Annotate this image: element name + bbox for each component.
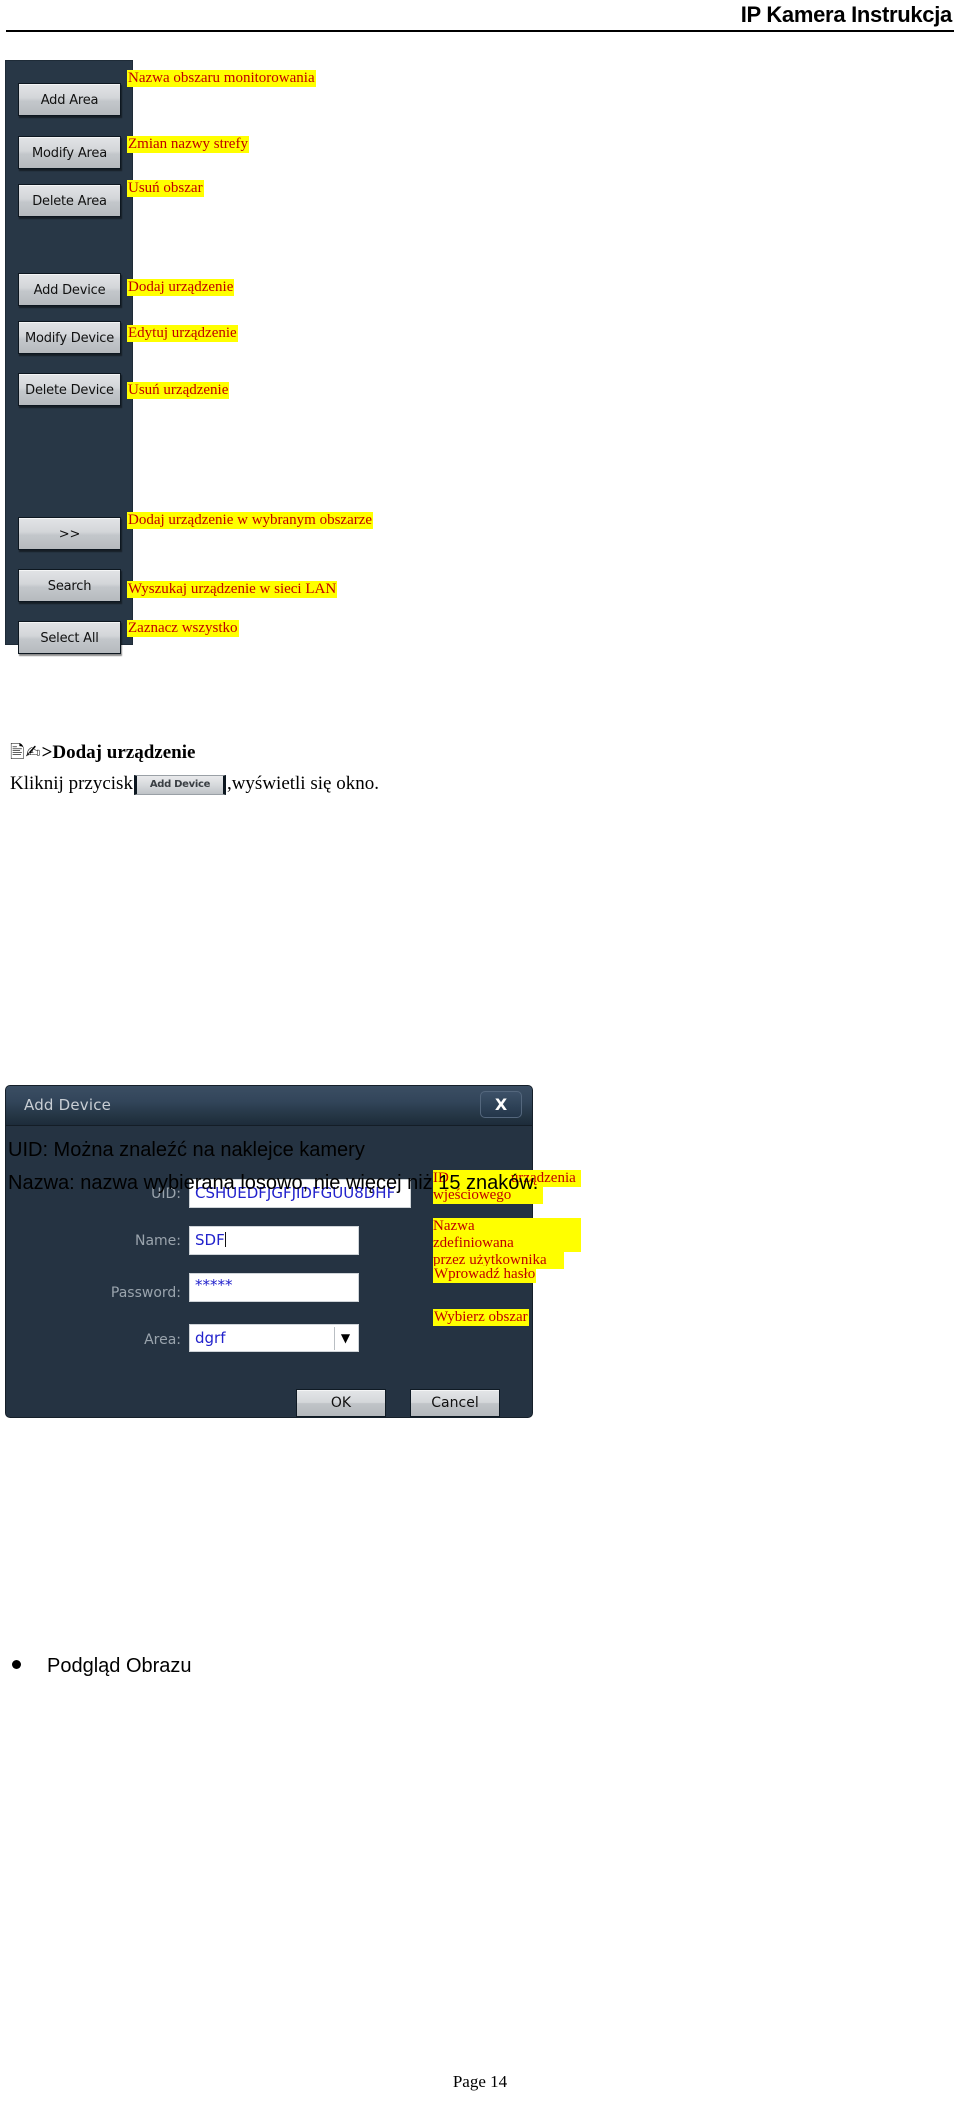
sidebar-button-delete-area[interactable]: Delete Area (18, 184, 121, 217)
instruction-text-after: ,wyświetli się okno. (226, 773, 379, 794)
annotation-modify-area: Zmian nazwy strefy (127, 136, 249, 153)
sidebar-button-move-right[interactable]: >> (18, 517, 121, 550)
close-icon[interactable]: X (480, 1091, 522, 1118)
annotation-search: Wyszukaj urządzenie w sieci LAN (127, 581, 338, 598)
name-input-value: SDF (195, 1231, 225, 1249)
sidebar-button-add-device[interactable]: Add Device (18, 273, 121, 306)
sidebar-button-modify-device[interactable]: Modify Device (18, 321, 121, 354)
annotation-name: Nazwazdefiniowana przez użytkownika (433, 1218, 581, 1269)
document-hand-icon: 🖹✍ (10, 742, 42, 763)
section-heading: 🖹✍>Dodaj urządzenie (10, 740, 195, 770)
area-select[interactable]: dgrf ▼ (189, 1324, 359, 1352)
annotation-add-area: Nazwa obszaru monitorowania (127, 70, 316, 87)
sidebar-button-modify-area[interactable]: Modify Area (18, 136, 121, 169)
sidebar-button-delete-device[interactable]: Delete Device (18, 373, 121, 406)
annotation-add-device: Dodaj urządzenie (127, 279, 235, 296)
sidebar-button-search[interactable]: Search (18, 569, 121, 602)
cancel-button[interactable]: Cancel (410, 1389, 500, 1417)
section-instruction: Kliknij przycisk Add Device ,wyświetli się… (10, 773, 379, 795)
list-item: Podgląd Obrazu (12, 1655, 192, 1678)
uid-note: UID: Można znaleźć na naklejce kamery (8, 1139, 365, 1161)
annotation-delete-area: Usuń obszar (127, 180, 204, 197)
dialog-title: Add Device (24, 1096, 112, 1114)
inline-add-device-button[interactable]: Add Device (133, 774, 226, 795)
sidebar-button-add-area[interactable]: Add Area (18, 83, 121, 116)
header-divider (6, 30, 954, 32)
name-note: Nazwa: nazwa wybierana losowo, nie więce… (8, 1172, 539, 1194)
sidebar-button-select-all[interactable]: Select All (18, 621, 121, 654)
area-select-value: dgrf (195, 1329, 226, 1347)
area-label: Area: (144, 1332, 181, 1348)
annotation-area: Wybierz obszar (433, 1309, 529, 1326)
list-item-label: Podgląd Obrazu (47, 1655, 192, 1677)
password-input[interactable]: ***** (189, 1273, 359, 1302)
name-label: Name: (134, 1233, 181, 1249)
section-heading-text: >Dodaj urządzenie (41, 742, 196, 763)
chevron-down-icon[interactable]: ▼ (334, 1327, 356, 1350)
password-label: Password: (110, 1285, 181, 1301)
page-title: IP Kamera Instrukcja (740, 2, 953, 27)
annotation-move-right: Dodaj urządzenie w wybranym obszarze (127, 512, 374, 529)
page-footer: Page 14 (452, 2072, 508, 2091)
dialog-titlebar: Add Device X (6, 1086, 532, 1126)
annotation-password: Wprowadź hasło (433, 1266, 537, 1283)
annotation-delete-device: Usuń urządzenie (127, 382, 230, 399)
annotation-name-a: Nazwa (433, 1218, 475, 1234)
name-input[interactable]: SDF (189, 1226, 359, 1255)
bullet-icon (12, 1660, 21, 1669)
annotation-select-all: Zaznacz wszystko (127, 620, 239, 637)
app-sidebar-panel: Add Area Modify Area Delete Area Add Dev… (5, 60, 133, 654)
annotation-name-b: zdefiniowana (433, 1235, 514, 1251)
instruction-text-before: Kliknij przycisk (10, 773, 133, 794)
document-header: IP Kamera Instrukcja (0, 0, 960, 34)
annotation-modify-device: Edytuj urządzenie (127, 325, 238, 342)
text-caret (224, 1232, 226, 1247)
ok-button[interactable]: OK (296, 1389, 386, 1417)
